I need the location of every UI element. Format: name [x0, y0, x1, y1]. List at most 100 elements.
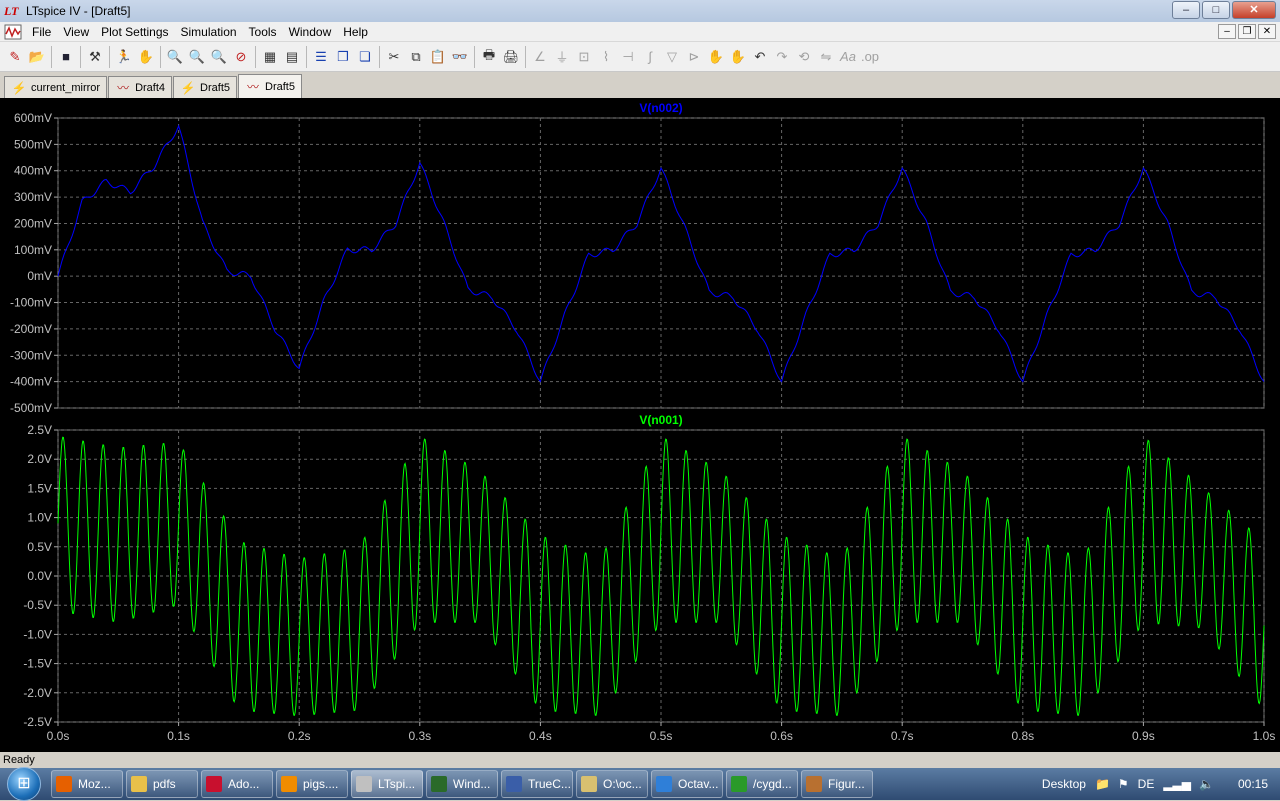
menu-file[interactable]: File — [26, 22, 57, 42]
taskbar-item[interactable]: Figur... — [801, 770, 873, 798]
taskbar-item[interactable]: /cygd... — [726, 770, 798, 798]
taskbar-item[interactable]: Octav... — [651, 770, 723, 798]
diode-icon[interactable]: ▽ — [661, 46, 683, 68]
status-bar: Ready — [0, 752, 1280, 768]
inductor-icon[interactable]: ∫ — [639, 46, 661, 68]
menu-window[interactable]: Window — [283, 22, 338, 42]
label-icon[interactable]: ⊡ — [573, 46, 595, 68]
waveform-viewer[interactable]: 600mV 500mV 400mV 300mV 200mV 100mV 0mV -100mV -… — [0, 98, 1280, 752]
menu-view[interactable]: View — [57, 22, 95, 42]
spice-directive-icon[interactable]: .op — [859, 46, 881, 68]
find-icon[interactable]: 👓 — [449, 46, 471, 68]
autorange-icon[interactable]: ▦ — [259, 46, 281, 68]
open-icon[interactable]: 📂 — [26, 46, 48, 68]
x-tick-label: 0.7s — [891, 729, 914, 743]
doc-minimize-button[interactable]: – — [1218, 24, 1236, 39]
copy-icon[interactable]: ⧉ — [405, 46, 427, 68]
tab-draft4[interactable]: 〰 Draft4 — [108, 76, 173, 98]
redo-icon[interactable]: ↷ — [771, 46, 793, 68]
undo-icon[interactable]: ↶ — [749, 46, 771, 68]
vertical-autorange-icon[interactable]: ▤ — [281, 46, 303, 68]
tab-label: current_mirror — [31, 81, 101, 94]
pan-icon[interactable]: ✋ — [135, 46, 157, 68]
control-panel-icon[interactable]: ⚒ — [84, 46, 106, 68]
taskbar-item-label: Ado... — [228, 777, 260, 791]
menu-simulation[interactable]: Simulation — [175, 22, 243, 42]
waveform-doc-icon[interactable] — [4, 24, 22, 40]
x-tick-label: 0.0s — [47, 729, 70, 743]
tab-current-mirror[interactable]: ⚡ current_mirror — [4, 76, 108, 98]
close-button[interactable]: ✕ — [1232, 1, 1276, 19]
capacitor-icon[interactable]: ⊣ — [617, 46, 639, 68]
plot-pane-icon[interactable]: ☰ — [310, 46, 332, 68]
y-tick-label: 500mV — [14, 137, 52, 151]
taskbar-item[interactable]: Ado... — [201, 770, 273, 798]
x-tick-label: 0.4s — [529, 729, 552, 743]
zoom-out-icon[interactable]: 🔍 — [208, 46, 230, 68]
taskbar-item[interactable]: O:\oc... — [576, 770, 648, 798]
cut-icon[interactable]: ✂ — [383, 46, 405, 68]
app-icon — [356, 776, 372, 792]
wire-icon[interactable]: ∠ — [529, 46, 551, 68]
toolbar-separator — [51, 45, 52, 68]
cascade-icon[interactable]: ❏ — [354, 46, 376, 68]
menu-plot-settings[interactable]: Plot Settings — [95, 22, 174, 42]
drag-icon[interactable]: ✋ — [727, 46, 749, 68]
doc-close-button[interactable]: ✕ — [1258, 24, 1276, 39]
menu-tools[interactable]: Tools — [243, 22, 283, 42]
tile-icon[interactable]: ❐ — [332, 46, 354, 68]
folder-icon[interactable]: 📁 — [1095, 777, 1110, 791]
run-icon[interactable]: 🏃 — [113, 46, 135, 68]
mirror-icon[interactable]: ⇋ — [815, 46, 837, 68]
tab-draft5-schematic[interactable]: ⚡ Draft5 — [173, 76, 238, 98]
taskbar-item-label: LTspi... — [378, 777, 416, 791]
taskbar-item[interactable]: pdfs — [126, 770, 198, 798]
tab-draft5-waveform[interactable]: 〰 Draft5 — [238, 74, 302, 98]
waveform-plots[interactable]: 600mV 500mV 400mV 300mV 200mV 100mV 0mV -100mV -… — [0, 98, 1280, 752]
toolbar: ✎ 📂 ■ ⚒ 🏃 ✋ 🔍 🔍 🔍 ⊘ ▦ ▤ ☰ ❐ ❏ ✂ ⧉ 📋 👓 🖶 … — [0, 42, 1280, 72]
clock[interactable]: 00:15 — [1238, 777, 1268, 791]
volume-icon[interactable]: 🔈 — [1199, 777, 1214, 791]
component-icon[interactable]: ⊳ — [683, 46, 705, 68]
move-icon[interactable]: ✋ — [705, 46, 727, 68]
zoom-area-icon[interactable]: 🔍 — [186, 46, 208, 68]
minimize-button[interactable]: – — [1172, 1, 1200, 19]
text-icon[interactable]: Aa — [837, 46, 859, 68]
app-icon — [506, 776, 522, 792]
y-tick-label: 400mV — [14, 164, 52, 178]
print-preview-icon[interactable]: 🖶 — [478, 46, 500, 68]
save-icon[interactable]: ■ — [55, 46, 77, 68]
app-icon — [206, 776, 222, 792]
taskbar-item[interactable]: Moz... — [51, 770, 123, 798]
menu-bar: File View Plot Settings Simulation Tools… — [0, 22, 1280, 42]
taskbar-item[interactable]: pigs.... — [276, 770, 348, 798]
y-tick-label: 0.0V — [27, 569, 52, 583]
ground-icon[interactable]: ⏚ — [551, 46, 573, 68]
y-tick-label: -300mV — [10, 348, 52, 362]
language-indicator[interactable]: DE — [1138, 777, 1155, 791]
flag-icon[interactable]: ⚑ — [1118, 777, 1129, 791]
taskbar-item[interactable]: Wind... — [426, 770, 498, 798]
taskbar-item-label: Octav... — [678, 777, 719, 791]
rotate-icon[interactable]: ⟲ — [793, 46, 815, 68]
trace-line — [57, 124, 1265, 383]
paste-icon[interactable]: 📋 — [427, 46, 449, 68]
resistor-icon[interactable]: ⌇ — [595, 46, 617, 68]
zoom-cancel-icon[interactable]: ⊘ — [230, 46, 252, 68]
menu-help[interactable]: Help — [337, 22, 374, 42]
ltspice-app-icon: LT — [4, 4, 19, 18]
desktop-toolbar[interactable]: Desktop — [1042, 777, 1086, 791]
taskbar-item[interactable]: LTspi... — [351, 770, 423, 798]
new-schematic-icon[interactable]: ✎ — [4, 46, 26, 68]
print-icon[interactable]: 🖨 — [500, 46, 522, 68]
y-tick-label: -2.0V — [23, 686, 52, 700]
y-tick-label: -1.0V — [23, 627, 52, 641]
doc-restore-button[interactable]: ❐ — [1238, 24, 1256, 39]
maximize-button[interactable]: □ — [1202, 1, 1230, 19]
taskbar-item[interactable]: TrueC... — [501, 770, 573, 798]
toolbar-separator — [160, 45, 161, 68]
start-button[interactable]: ⊞ — [0, 767, 48, 801]
x-tick-label: 1.0s — [1253, 729, 1276, 743]
network-icon[interactable]: ▂▃▅ — [1163, 777, 1191, 791]
zoom-in-icon[interactable]: 🔍 — [164, 46, 186, 68]
